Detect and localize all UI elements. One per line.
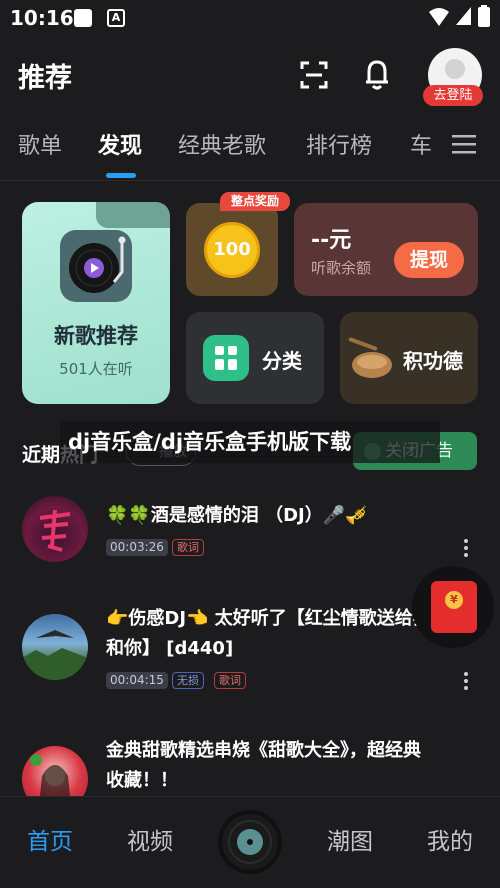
- song-cover[interactable]: [22, 614, 88, 680]
- ad-text[interactable]: dj音乐盒/dj音乐盒手机版下载: [68, 426, 438, 456]
- red-packet-coin-icon: ¥: [445, 591, 463, 609]
- song-duration: 00:04:15: [106, 672, 168, 689]
- more-options-icon[interactable]: [458, 670, 474, 692]
- signal-icon: [456, 7, 471, 25]
- notification-a-icon: A: [107, 9, 125, 27]
- category-label: 分类: [262, 349, 302, 373]
- lyrics-tag: 歌词: [214, 672, 246, 689]
- login-badge[interactable]: 去登陆: [423, 85, 483, 106]
- lossless-tag: 无损: [172, 672, 204, 689]
- now-playing-disc-icon[interactable]: [218, 810, 282, 874]
- vinyl-record-icon: [69, 236, 126, 293]
- status-time: 10:16: [10, 6, 74, 30]
- new-songs-listeners: 501人在听: [59, 360, 133, 378]
- tab-classic-songs[interactable]: 经典老歌: [178, 128, 266, 160]
- tab-charts[interactable]: 排行榜: [306, 128, 372, 160]
- song-title[interactable]: 🍀🍀酒是感情的泪 （DJ）🎤🎺: [106, 501, 436, 531]
- song-duration: 00:03:26: [106, 539, 168, 556]
- folder-tab-decoration: [96, 202, 170, 228]
- tab-discover[interactable]: 发现: [98, 128, 142, 160]
- hourly-reward-badge: 整点奖励: [220, 192, 290, 211]
- tab-car[interactable]: 车: [410, 128, 432, 160]
- eagle-landscape-artwork: [22, 630, 88, 680]
- page-title: 推荐: [18, 63, 72, 94]
- scan-icon[interactable]: [300, 60, 328, 90]
- dance-calligraphy-artwork: [39, 509, 71, 552]
- song-title[interactable]: 金典甜歌精选串烧《甜歌大全》，超经典收藏！！: [106, 736, 436, 796]
- song-title[interactable]: 👉伤感DJ👈 太好听了【红尘情歌送给我和你】 [d440]: [106, 604, 436, 664]
- balance-amount: --元: [311, 228, 352, 253]
- wifi-icon: [429, 8, 449, 26]
- bell-icon[interactable]: [362, 58, 392, 90]
- menu-icon[interactable]: [452, 134, 476, 154]
- nav-home[interactable]: 首页: [10, 822, 90, 856]
- merit-label: 积功德: [403, 349, 463, 373]
- wooden-fish-icon: [348, 337, 392, 378]
- song-cover[interactable]: [22, 496, 88, 562]
- nav-video[interactable]: 视频: [110, 822, 190, 856]
- notification-app-icon: [74, 9, 92, 27]
- category-grid-icon: [203, 335, 249, 381]
- battery-icon: [478, 5, 490, 27]
- balance-label: 听歌余额: [311, 259, 372, 277]
- tab-playlists[interactable]: 歌单: [18, 128, 62, 160]
- withdraw-button[interactable]: 提现: [394, 242, 464, 278]
- coin-icon: 100: [204, 222, 260, 278]
- new-songs-title: 新歌推荐: [54, 324, 138, 348]
- nav-trending-images[interactable]: 潮图: [310, 822, 390, 856]
- tab-divider: [0, 180, 500, 181]
- more-options-icon[interactable]: [458, 537, 474, 559]
- nav-mine[interactable]: 我的: [410, 822, 490, 856]
- lyrics-tag: 歌词: [172, 539, 204, 556]
- tab-indicator: [106, 173, 136, 178]
